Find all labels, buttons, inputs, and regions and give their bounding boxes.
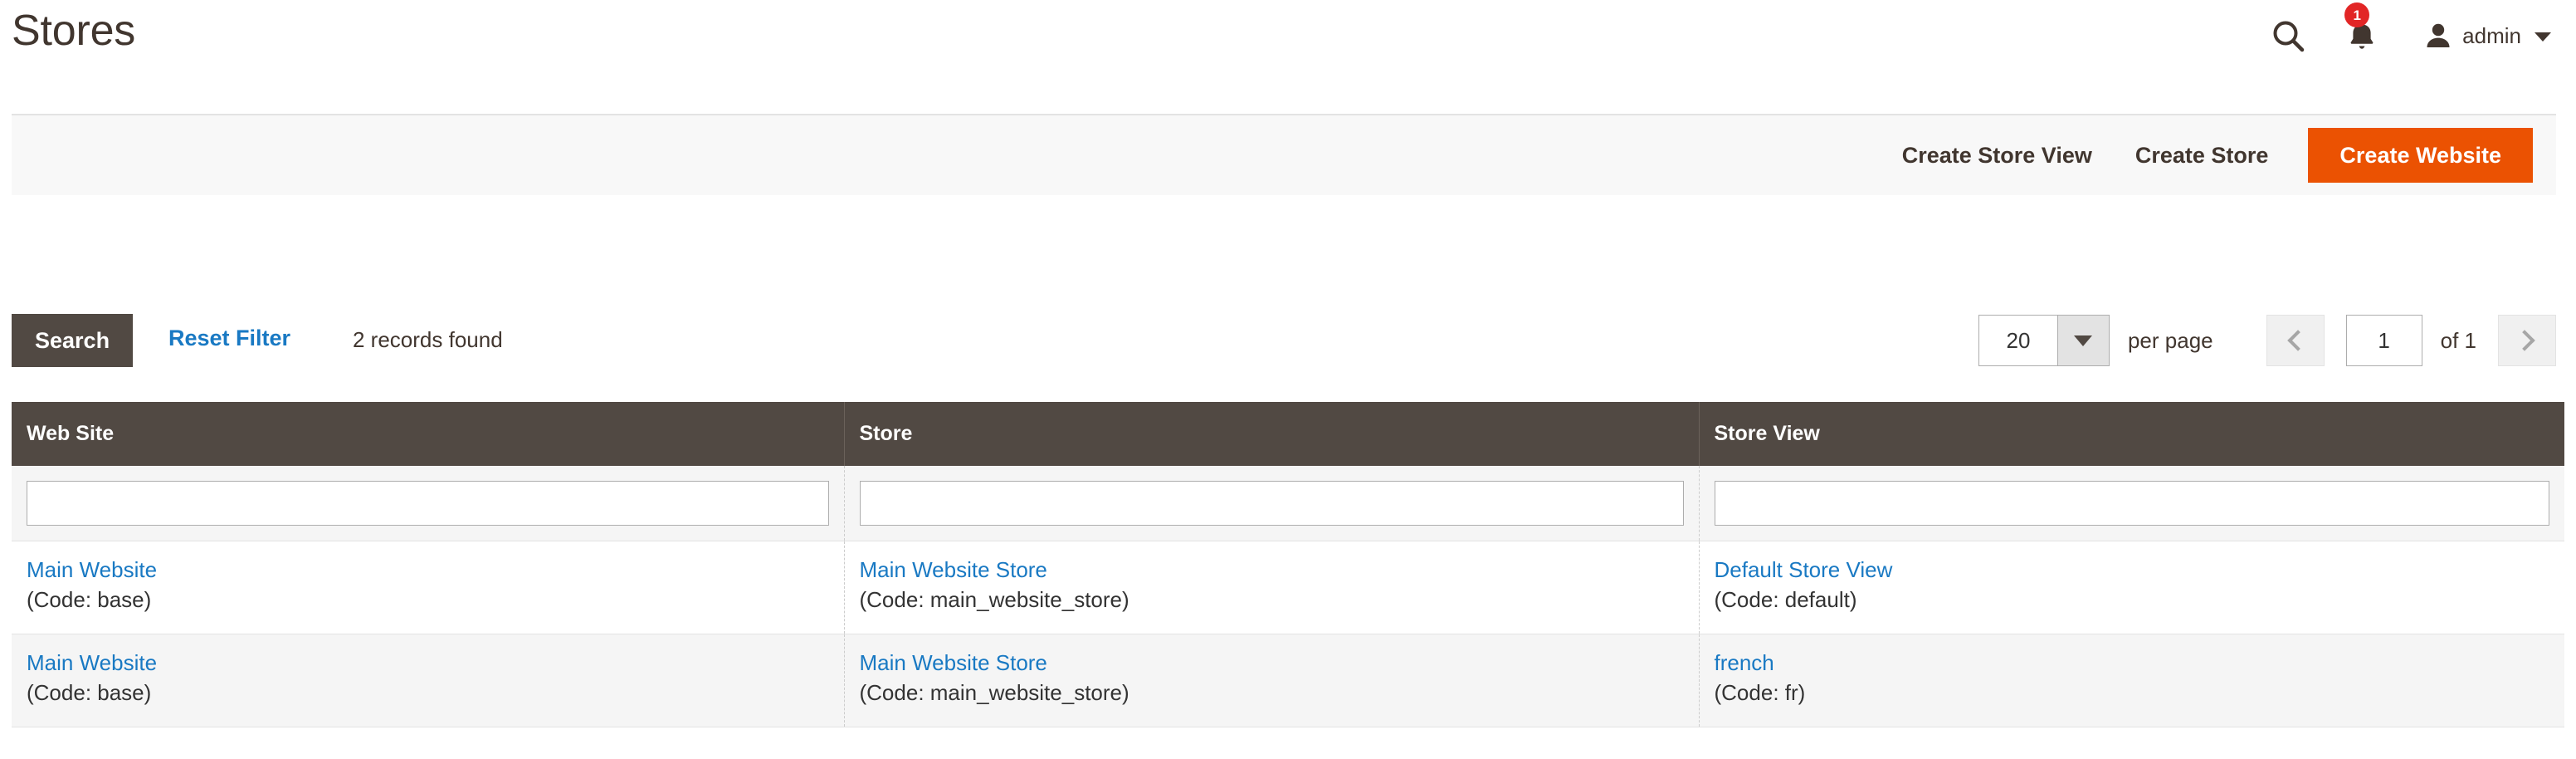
- global-search-icon[interactable]: [2258, 6, 2318, 66]
- table-header-row: Web Site Store Store View: [12, 402, 2564, 466]
- create-store-view-button[interactable]: Create Store View: [1902, 133, 2092, 179]
- notifications-button[interactable]: 1: [2326, 6, 2398, 66]
- filter-input-store[interactable]: [860, 481, 1684, 526]
- chevron-down-icon: [2535, 32, 2551, 42]
- stores-table: Web Site Store Store View: [12, 402, 2564, 727]
- grid-pager: 20 per page of 1: [1978, 307, 2556, 374]
- user-name-label: admin: [2462, 25, 2521, 47]
- column-header-store[interactable]: Store: [844, 402, 1699, 466]
- reset-filter-link[interactable]: Reset Filter: [168, 326, 290, 351]
- stores-grid-page: Stores 1: [0, 0, 2576, 759]
- page-actions-bar: Create Store View Create Store Create We…: [12, 114, 2556, 195]
- page-header: Stores 1: [0, 0, 2576, 114]
- cell-store-view: french (Code: fr): [1699, 634, 2564, 727]
- cell-website: Main Website (Code: base): [12, 634, 844, 727]
- table-row[interactable]: Main Website (Code: base) Main Website S…: [12, 541, 2564, 634]
- website-link[interactable]: Main Website: [27, 556, 829, 584]
- per-page-label: per page: [2128, 328, 2213, 354]
- table-row[interactable]: Main Website (Code: base) Main Website S…: [12, 634, 2564, 727]
- create-store-button[interactable]: Create Store: [2135, 133, 2269, 179]
- stores-grid: Web Site Store Store View: [12, 402, 2564, 727]
- cell-store: Main Website Store (Code: main_website_s…: [844, 541, 1699, 634]
- store-code: (Code: main_website_store): [860, 678, 1684, 708]
- store-link[interactable]: Main Website Store: [860, 649, 1684, 677]
- create-website-button[interactable]: Create Website: [2308, 128, 2533, 183]
- website-code: (Code: base): [27, 678, 829, 708]
- chevron-down-icon: [2057, 316, 2109, 365]
- user-menu[interactable]: admin: [2424, 6, 2551, 66]
- store-view-link[interactable]: french: [1715, 649, 2550, 677]
- cell-store-view: Default Store View (Code: default): [1699, 541, 2564, 634]
- table-filter-row: [12, 466, 2564, 541]
- next-page-button[interactable]: [2498, 315, 2556, 366]
- column-header-website[interactable]: Web Site: [12, 402, 844, 466]
- cell-website: Main Website (Code: base): [12, 541, 844, 634]
- filter-input-website[interactable]: [27, 481, 829, 526]
- chevron-right-icon: [2514, 330, 2535, 350]
- store-view-link[interactable]: Default Store View: [1715, 556, 2550, 584]
- records-found-label: 2 records found: [353, 327, 503, 353]
- search-button[interactable]: Search: [12, 314, 133, 367]
- per-page-value: 20: [1979, 316, 2057, 365]
- total-pages-label: of 1: [2441, 328, 2476, 354]
- page-title: Stores: [12, 5, 135, 56]
- filter-input-store-view[interactable]: [1715, 481, 2550, 526]
- chevron-left-icon: [2287, 330, 2308, 350]
- current-page-input[interactable]: [2346, 315, 2422, 366]
- store-link[interactable]: Main Website Store: [860, 556, 1684, 584]
- store-view-code: (Code: fr): [1715, 678, 2550, 708]
- filter-cell-store-view: [1699, 466, 2564, 541]
- store-view-code: (Code: default): [1715, 585, 2550, 615]
- column-header-store-view[interactable]: Store View: [1699, 402, 2564, 466]
- website-link[interactable]: Main Website: [27, 649, 829, 677]
- per-page-select[interactable]: 20: [1978, 315, 2110, 366]
- header-actions: 1 admin: [2258, 0, 2551, 71]
- user-avatar-icon: [2424, 22, 2452, 50]
- grid-toolbar: Search Reset Filter 2 records found 20 p…: [12, 307, 2556, 374]
- previous-page-button[interactable]: [2266, 315, 2325, 366]
- filter-cell-store: [844, 466, 1699, 541]
- website-code: (Code: base): [27, 585, 829, 615]
- notification-count-badge: 1: [2344, 2, 2369, 27]
- store-code: (Code: main_website_store): [860, 585, 1684, 615]
- filter-cell-website: [12, 466, 844, 541]
- cell-store: Main Website Store (Code: main_website_s…: [844, 634, 1699, 727]
